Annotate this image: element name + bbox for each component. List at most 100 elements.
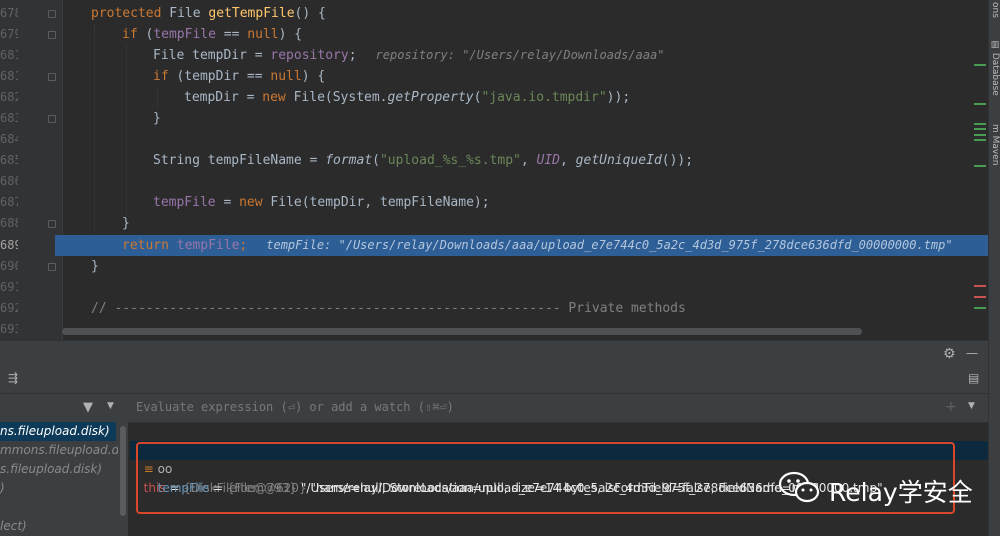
code-text: String tempFileName = xyxy=(153,153,326,168)
code-text: )); xyxy=(606,90,631,105)
line-number: 681 xyxy=(0,69,18,83)
frame-item[interactable]: s.fileupload.disk) xyxy=(0,460,102,479)
keyword: return xyxy=(122,238,169,253)
fold-marker[interactable] xyxy=(48,220,56,228)
code-line: if (tempDir == null) { xyxy=(153,66,325,87)
line-number: 679 xyxy=(0,27,18,41)
code-line: protected File getTempFile() { xyxy=(91,3,326,24)
code-line-current: return tempFile; tempFile: "/Users/relay/… xyxy=(122,235,988,256)
evaluate-expression-placeholder[interactable]: Evaluate expression (⏎) or add a watch (… xyxy=(136,400,454,414)
indent-guide xyxy=(157,87,158,107)
code-text: File xyxy=(161,6,209,21)
change-marker[interactable] xyxy=(974,123,986,125)
line-number: 688 xyxy=(0,216,18,230)
code-line: String tempFileName = format("upload_%s_… xyxy=(153,150,693,171)
keyword: if xyxy=(153,69,169,84)
keyword: new xyxy=(239,195,263,210)
frame-item[interactable]: mmons.fileupload.di xyxy=(0,441,123,460)
field-ref: tempFile xyxy=(153,195,216,210)
indent-guide xyxy=(94,24,95,256)
maven-icon: m xyxy=(990,124,1000,136)
code-text: ) { xyxy=(301,69,326,84)
code-line: } xyxy=(122,216,130,231)
method-call: getProperty xyxy=(387,90,474,105)
method-call: getUniqueId xyxy=(575,153,662,168)
code-text: ( xyxy=(372,153,380,168)
code-text: = xyxy=(215,195,240,210)
method-name: getTempFile xyxy=(208,6,295,21)
keyword: null xyxy=(270,69,302,84)
layout-settings-icon[interactable]: ⇶ xyxy=(8,371,18,385)
tool-tab-database[interactable]: ▥ Database xyxy=(990,40,1000,96)
code-text: (tempDir == xyxy=(168,69,271,84)
tool-tab-label: Maven xyxy=(990,135,1000,166)
line-number: 692 xyxy=(0,301,18,315)
change-marker[interactable] xyxy=(974,307,986,309)
line-number: 691 xyxy=(0,280,18,294)
code-text: ; xyxy=(239,238,248,253)
variable-row[interactable]: > ≡ this = {DiskFileItem@620} "name=null… xyxy=(136,422,819,495)
fold-marker[interactable] xyxy=(48,31,56,39)
frames-scroll-thumb[interactable] xyxy=(120,426,126,516)
method-call: format xyxy=(325,153,373,168)
fold-marker[interactable] xyxy=(48,73,56,81)
field-ref: tempFile xyxy=(153,27,216,42)
fold-marker[interactable] xyxy=(48,115,56,123)
code-text: , xyxy=(560,153,576,168)
code-comment: // -------------------------------------… xyxy=(91,301,686,316)
watermark-text: Relay学安全 xyxy=(829,478,973,507)
code-text: ( xyxy=(137,27,154,42)
change-marker[interactable] xyxy=(974,165,986,167)
code-text: File tempDir = xyxy=(153,48,271,63)
string-literal: "upload_%s_%s.tmp" xyxy=(379,153,521,168)
code-text: ()); xyxy=(661,153,694,168)
line-number: 678 xyxy=(0,6,18,20)
frame-item[interactable]: ns.fileupload.disk) xyxy=(0,422,116,441)
chevron-down-icon[interactable]: ▼ xyxy=(107,401,114,411)
change-marker[interactable] xyxy=(974,139,986,141)
code-line: File tempDir = repository; repository: "/… xyxy=(153,45,665,66)
database-icon: ▥ xyxy=(990,40,1000,53)
debug-header xyxy=(0,340,988,368)
filter-icon[interactable]: ▼ xyxy=(83,400,93,415)
debug-toolbar xyxy=(0,367,988,394)
keyword: null xyxy=(247,27,279,42)
code-line: tempDir = new File(System.getProperty("j… xyxy=(184,87,630,108)
tool-tab-maven[interactable]: m Maven xyxy=(990,124,1000,166)
minimize-icon[interactable]: — xyxy=(966,346,978,360)
change-marker[interactable] xyxy=(974,128,986,130)
layout-icon[interactable]: ▤ xyxy=(968,371,979,385)
add-watch-icon[interactable]: + xyxy=(945,399,957,415)
line-number: 685 xyxy=(0,153,18,167)
inline-debug-value: repository: "/Users/relay/Downloads/aaa" xyxy=(375,48,665,62)
frame-item[interactable]: lect) xyxy=(0,517,27,536)
code-text: ; xyxy=(348,48,357,63)
line-number: 682 xyxy=(0,90,18,104)
fold-marker[interactable] xyxy=(48,263,56,271)
line-number: 683 xyxy=(0,111,18,125)
code-text: tempDir = xyxy=(184,90,263,105)
gutter-separator xyxy=(62,0,63,340)
frame-item[interactable]: ) xyxy=(0,479,5,498)
tool-tab-ons[interactable]: ons xyxy=(990,2,1000,18)
constant-ref: UID xyxy=(536,153,561,168)
line-number: 684 xyxy=(0,132,18,146)
code-text: File(System. xyxy=(285,90,388,105)
error-marker[interactable] xyxy=(974,296,986,298)
change-marker[interactable] xyxy=(974,103,986,105)
horizontal-scrollbar[interactable] xyxy=(62,328,862,335)
code-text: , xyxy=(520,153,537,168)
settings-gear-icon[interactable]: ⚙ xyxy=(943,346,956,362)
inline-debug-value: tempFile: "/Users/relay/Downloads/aaa/up… xyxy=(266,238,953,252)
string-literal: "java.io.tmpdir" xyxy=(481,90,607,105)
change-marker[interactable] xyxy=(974,64,986,66)
wechat-icon xyxy=(778,471,820,503)
keyword: new xyxy=(262,90,286,105)
error-marker[interactable] xyxy=(974,285,986,287)
indent-guide xyxy=(126,45,127,215)
keyword: if xyxy=(122,27,138,42)
change-marker[interactable] xyxy=(974,134,986,136)
fold-marker[interactable] xyxy=(48,10,56,18)
chevron-down-icon[interactable]: ▼ xyxy=(968,401,975,411)
line-number: 693 xyxy=(0,322,18,336)
